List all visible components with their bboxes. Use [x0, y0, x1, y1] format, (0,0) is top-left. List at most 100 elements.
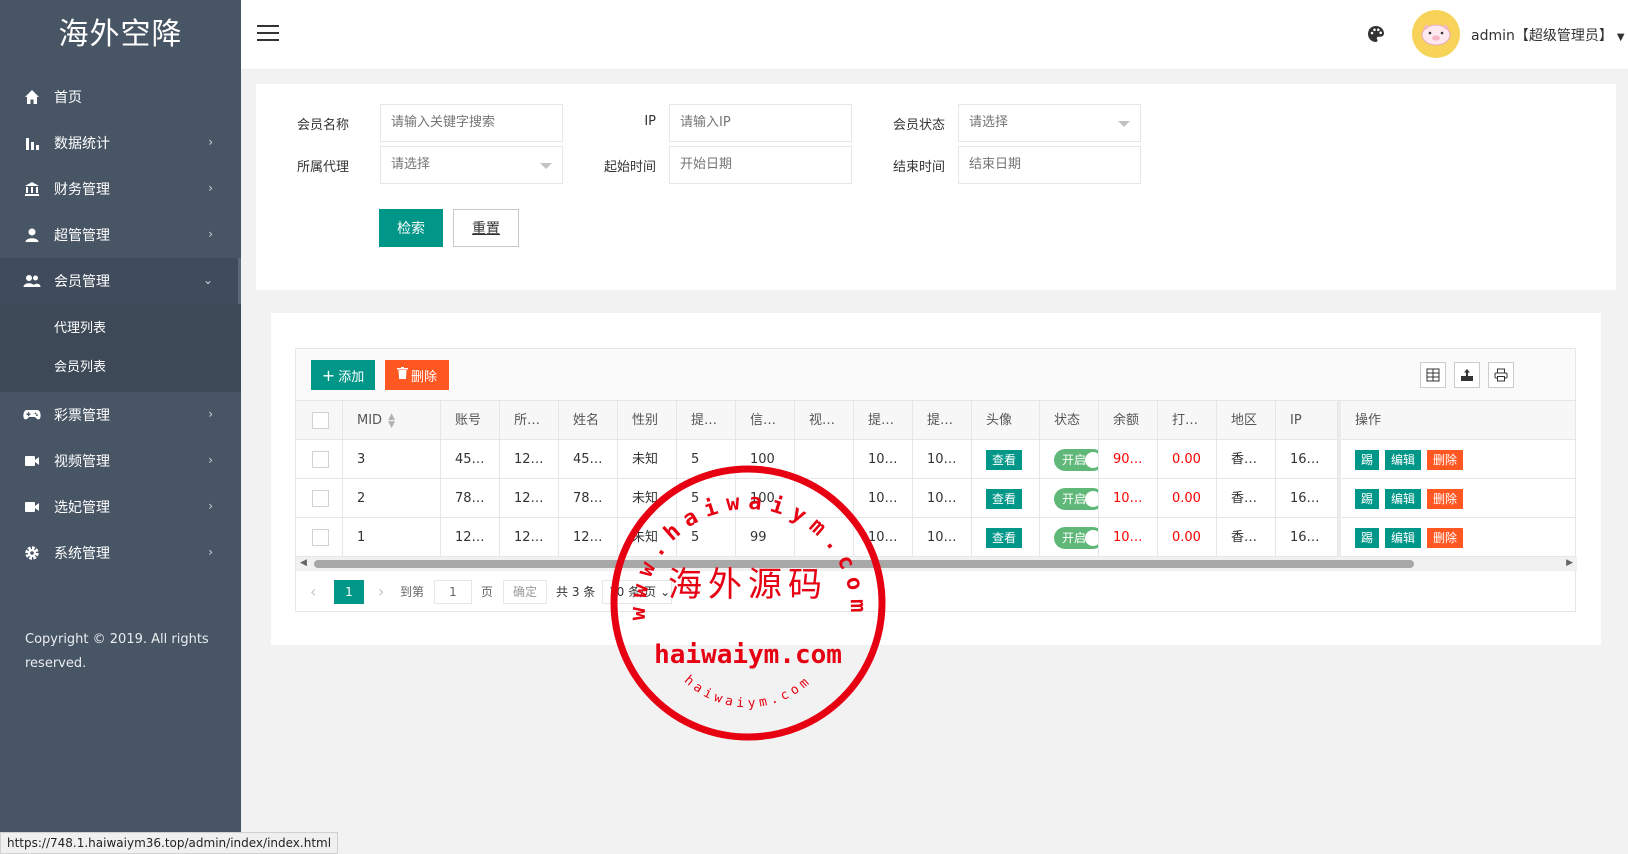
delete-button[interactable]: 删除 — [1427, 449, 1464, 470]
search-button[interactable]: 检索 — [379, 209, 443, 247]
prev-page-icon[interactable]: ‹ — [310, 580, 316, 604]
video-camera-icon — [22, 500, 42, 514]
batch-delete-button[interactable]: 删除 — [385, 360, 449, 390]
delete-button[interactable]: 删除 — [1427, 488, 1464, 509]
cell-status: 开启 — [1040, 440, 1099, 479]
app-logo: 海外空降 — [58, 17, 183, 52]
ip-placeholder: 请输入IP — [680, 115, 731, 130]
row-checkbox[interactable] — [312, 451, 329, 468]
avatar[interactable] — [1412, 10, 1460, 58]
sidebar-item-statistics[interactable]: 数据统计 › — [0, 120, 241, 166]
horizontal-scrollbar[interactable]: ◀ ▶ — [296, 557, 1577, 571]
member-name-input[interactable]: 请输入关键字搜索 — [380, 104, 563, 142]
sidebar-item-admins[interactable]: 超管管理 › — [0, 212, 241, 258]
scroll-thumb[interactable] — [314, 560, 1414, 568]
edit-button[interactable]: 编辑 — [1385, 449, 1422, 470]
user-menu[interactable]: admin【超级管理员】 ▼ — [1471, 25, 1625, 45]
header-gender: 性别 — [618, 401, 677, 440]
kick-button[interactable]: 踢 — [1355, 527, 1380, 548]
cell-ip: 16… — [1276, 440, 1338, 479]
page-current[interactable]: 1 — [334, 580, 364, 604]
member-status-select[interactable]: 请选择 — [958, 104, 1141, 142]
cell-name: 45… — [559, 440, 618, 479]
sidebar-item-label: 数据统计 — [54, 136, 110, 152]
member-name-placeholder: 请输入关键字搜索 — [391, 115, 496, 130]
export-icon[interactable] — [1454, 362, 1480, 388]
agent-select[interactable]: 请选择 — [380, 146, 563, 184]
cell-actions: 踢编辑 删除 — [1338, 479, 1575, 518]
sidebar-item-concubine[interactable]: 选妃管理 › — [0, 484, 241, 530]
cell-c2: 10… — [854, 440, 913, 479]
cell-video — [795, 440, 854, 479]
select-arrow-icon — [1118, 121, 1130, 127]
bar-chart-icon — [22, 135, 42, 151]
sort-icon[interactable]: ▲ ▼ — [388, 412, 395, 429]
cell-agent: 12… — [500, 479, 559, 518]
header-region: 地区 — [1217, 401, 1276, 440]
table-grid: MID ▲ ▼ 账号 所… 姓名 性别 提… 信… 视… 提… 提… 头像 状态 余… — [296, 401, 1575, 557]
view-avatar-button[interactable]: 查看 — [986, 488, 1023, 509]
palette-icon[interactable] — [1366, 24, 1386, 44]
sidebar-item-lottery[interactable]: 彩票管理 › — [0, 392, 241, 438]
end-date-input[interactable]: 结束日期 — [958, 146, 1141, 184]
next-page-icon[interactable]: › — [378, 580, 384, 604]
cell-name: 78… — [559, 479, 618, 518]
chevron-right-icon: › — [208, 453, 213, 467]
table-row: 1 12… 12… 12… 未知 5 99 10… 10… 查看 开启 10… … — [296, 518, 1575, 557]
cell-status: 开启 — [1040, 479, 1099, 518]
kick-button[interactable]: 踢 — [1355, 488, 1380, 509]
sidebar-item-videos[interactable]: 视频管理 › — [0, 438, 241, 484]
add-button[interactable]: + 添加 — [311, 360, 375, 390]
reset-button[interactable]: 重置 — [453, 209, 519, 247]
sidebar-item-home[interactable]: 首页 — [0, 74, 241, 120]
ip-input[interactable]: 请输入IP — [669, 104, 852, 142]
cell-ip: 16… — [1276, 518, 1338, 557]
table-row: 3 45… 12… 45… 未知 5 100 10… 10… 查看 开启 90…… — [296, 440, 1575, 479]
page-input[interactable]: 1 — [434, 580, 472, 604]
edit-button[interactable]: 编辑 — [1385, 488, 1422, 509]
edit-button[interactable]: 编辑 — [1385, 527, 1422, 548]
delete-button[interactable]: 删除 — [1427, 527, 1464, 548]
header-col-c1: 提… — [677, 401, 736, 440]
sidebar-item-finance[interactable]: 财务管理 › — [0, 166, 241, 212]
plus-icon: + — [321, 365, 336, 385]
header-balance: 余额 — [1099, 401, 1158, 440]
bank-icon — [22, 181, 42, 197]
sidebar-item-members[interactable]: 会员管理 ⌄ — [0, 258, 241, 304]
sidebar-subitem-member-list[interactable]: 会员列表 — [0, 348, 241, 387]
columns-filter-icon[interactable] — [1420, 362, 1446, 388]
kick-button[interactable]: 踢 — [1355, 449, 1380, 470]
start-date-input[interactable]: 开始日期 — [669, 146, 852, 184]
header-ip: IP — [1276, 401, 1338, 440]
header-account: 账号 — [441, 401, 500, 440]
trash-icon — [396, 367, 408, 383]
cell-account: 78… — [441, 479, 500, 518]
sidebar-item-system[interactable]: 系统管理 › — [0, 530, 241, 576]
confirm-page-button[interactable]: 确定 — [503, 580, 547, 604]
select-all-checkbox[interactable] — [312, 412, 329, 429]
sidebar-item-label: 彩票管理 — [54, 408, 110, 424]
sidebar-subitem-agent-list[interactable]: 代理列表 — [0, 309, 241, 348]
cell-agent: 12… — [500, 518, 559, 557]
row-checkbox[interactable] — [312, 529, 329, 546]
scroll-left-icon[interactable]: ◀ — [300, 558, 307, 568]
header-avatar: 头像 — [972, 401, 1040, 440]
cell-c3: 10… — [913, 479, 972, 518]
status-switch[interactable]: 开启 — [1054, 487, 1098, 510]
status-switch[interactable]: 开启 — [1054, 448, 1098, 471]
header-agent: 所… — [500, 401, 559, 440]
scroll-right-icon[interactable]: ▶ — [1566, 558, 1573, 568]
select-arrow-icon — [540, 163, 552, 169]
view-avatar-button[interactable]: 查看 — [986, 449, 1023, 470]
menu-toggle-icon[interactable] — [257, 25, 279, 43]
header-mid[interactable]: MID ▲ ▼ — [343, 401, 441, 440]
cell-account: 45… — [441, 440, 500, 479]
chevron-right-icon: › — [208, 227, 213, 241]
page-size-select[interactable]: 10 条/页 ⌄ — [602, 580, 672, 604]
cell-avatar: 查看 — [972, 479, 1040, 518]
users-icon — [22, 273, 42, 289]
print-icon[interactable] — [1488, 362, 1514, 388]
view-avatar-button[interactable]: 查看 — [986, 527, 1023, 548]
status-switch[interactable]: 开启 — [1054, 526, 1098, 549]
row-checkbox[interactable] — [312, 490, 329, 507]
